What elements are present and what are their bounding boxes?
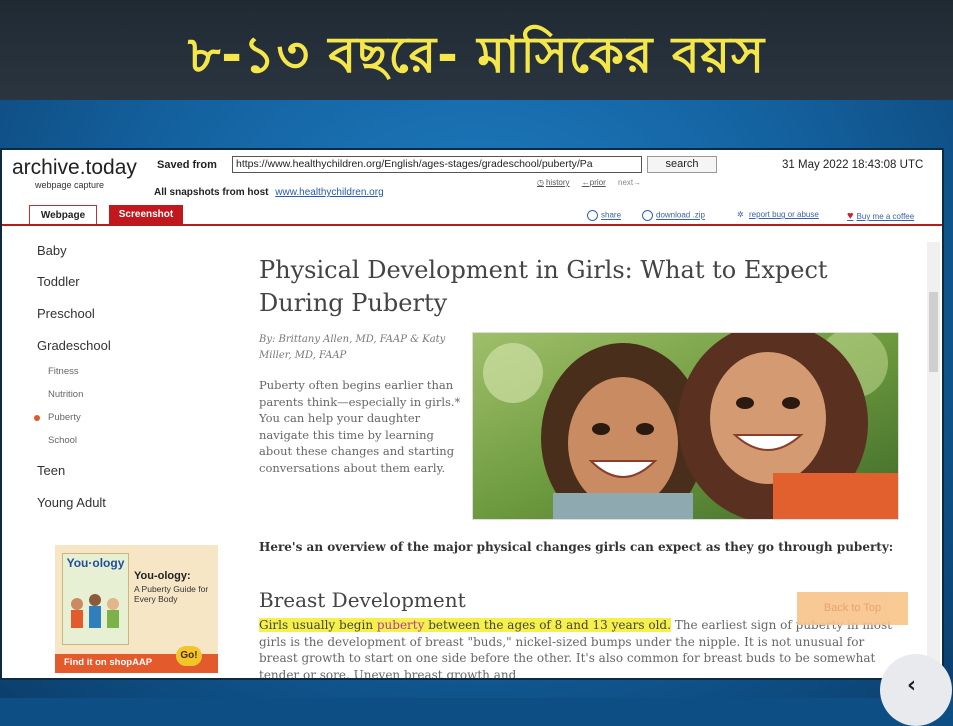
banner-title: ৮-১৩ বছরে- মাসিকের বয়স bbox=[187, 26, 766, 84]
nav-nutrition[interactable]: Nutrition bbox=[48, 389, 83, 400]
download-link[interactable]: download .zip bbox=[642, 210, 705, 221]
heart-icon: ♥ bbox=[847, 210, 854, 222]
nav-preschool[interactable]: Preschool bbox=[37, 306, 95, 321]
report-link[interactable]: ✲ report bug or abuse bbox=[737, 210, 819, 219]
chevron-left-icon: ‹ bbox=[907, 673, 917, 698]
capture-date: 31 May 2022 18:43:08 UTC bbox=[782, 159, 924, 171]
ad-go-button[interactable]: Go! bbox=[176, 646, 202, 666]
clock-icon: ◷ bbox=[537, 178, 544, 187]
archive-logo[interactable]: archive.today bbox=[12, 156, 137, 180]
nav-toddler[interactable]: Toddler bbox=[37, 274, 80, 289]
active-indicator bbox=[34, 415, 40, 421]
archive-tagline: webpage capture bbox=[35, 180, 105, 190]
ad-subtitle: A Puberty Guide for Every Body bbox=[134, 584, 209, 604]
scroll-thumb[interactable] bbox=[929, 292, 938, 372]
history-nav: ◷ history ←prior next→ bbox=[537, 178, 651, 187]
search-button[interactable]: search bbox=[647, 156, 717, 173]
history-link[interactable]: ◷ history bbox=[537, 178, 570, 187]
saved-from-label: Saved from bbox=[157, 159, 217, 171]
nav-gradeschool[interactable]: Gradeschool bbox=[37, 338, 111, 353]
all-snapshots-label: All snapshots bbox=[154, 187, 220, 198]
article-title: Physical Development in Girls: What to E… bbox=[259, 256, 828, 317]
nav-young-adult[interactable]: Young Adult bbox=[37, 495, 106, 510]
share-link[interactable]: share bbox=[587, 210, 621, 221]
overview-text: Here's an overview of the major physical… bbox=[259, 540, 894, 554]
breast-development-paragraph: Girls usually begin puberty between the … bbox=[259, 618, 892, 678]
share-icon bbox=[587, 210, 598, 221]
girls-photo bbox=[473, 333, 898, 519]
title-banner: ৮-১৩ বছরে- মাসিকের বয়স bbox=[0, 0, 953, 100]
tab-webpage[interactable]: Webpage bbox=[29, 205, 97, 225]
ad-title: You-ology: bbox=[134, 570, 191, 582]
article-intro: Puberty often begins earlier than parent… bbox=[259, 378, 461, 475]
book-illustration bbox=[71, 594, 119, 628]
book-cover: You·ology bbox=[62, 553, 129, 645]
highlighted-text: Girls usually begin puberty between the … bbox=[259, 618, 671, 632]
back-to-top-button[interactable]: Back to Top bbox=[797, 592, 908, 625]
puberty-term: puberty bbox=[376, 618, 425, 632]
article-photo bbox=[472, 332, 899, 520]
archive-header: archive.today webpage capture Saved from… bbox=[2, 150, 942, 228]
cloud-download-icon bbox=[642, 210, 653, 221]
nav-fitness[interactable]: Fitness bbox=[48, 366, 79, 377]
from-host-label: from host bbox=[222, 187, 269, 198]
prior-link[interactable]: ←prior bbox=[582, 178, 606, 187]
ad-cta[interactable]: Find it on shopAAP bbox=[64, 657, 152, 668]
nav-teen[interactable]: Teen bbox=[37, 463, 65, 478]
url-field[interactable]: https://www.healthychildren.org/English/… bbox=[232, 156, 642, 173]
next-link[interactable]: next→ bbox=[618, 178, 641, 187]
all-snapshots: All snapshots from host www.healthychild… bbox=[154, 187, 384, 198]
nav-puberty[interactable]: Puberty bbox=[48, 412, 81, 423]
section-heading: Breast Development bbox=[259, 588, 466, 612]
nav-school[interactable]: School bbox=[48, 435, 77, 446]
nav-baby[interactable]: Baby bbox=[37, 243, 67, 258]
book-cover-title: You·ology bbox=[66, 556, 125, 570]
article-byline: By: Brittany Allen, MD, FAAP & Katy Mill… bbox=[259, 334, 446, 361]
coffee-link[interactable]: ♥ Buy me a coffee bbox=[847, 210, 914, 222]
tab-screenshot[interactable]: Screenshot bbox=[109, 205, 183, 225]
tab-divider bbox=[2, 224, 942, 226]
bug-icon: ✲ bbox=[737, 210, 744, 220]
host-link[interactable]: www.healthychildren.org bbox=[275, 187, 383, 198]
